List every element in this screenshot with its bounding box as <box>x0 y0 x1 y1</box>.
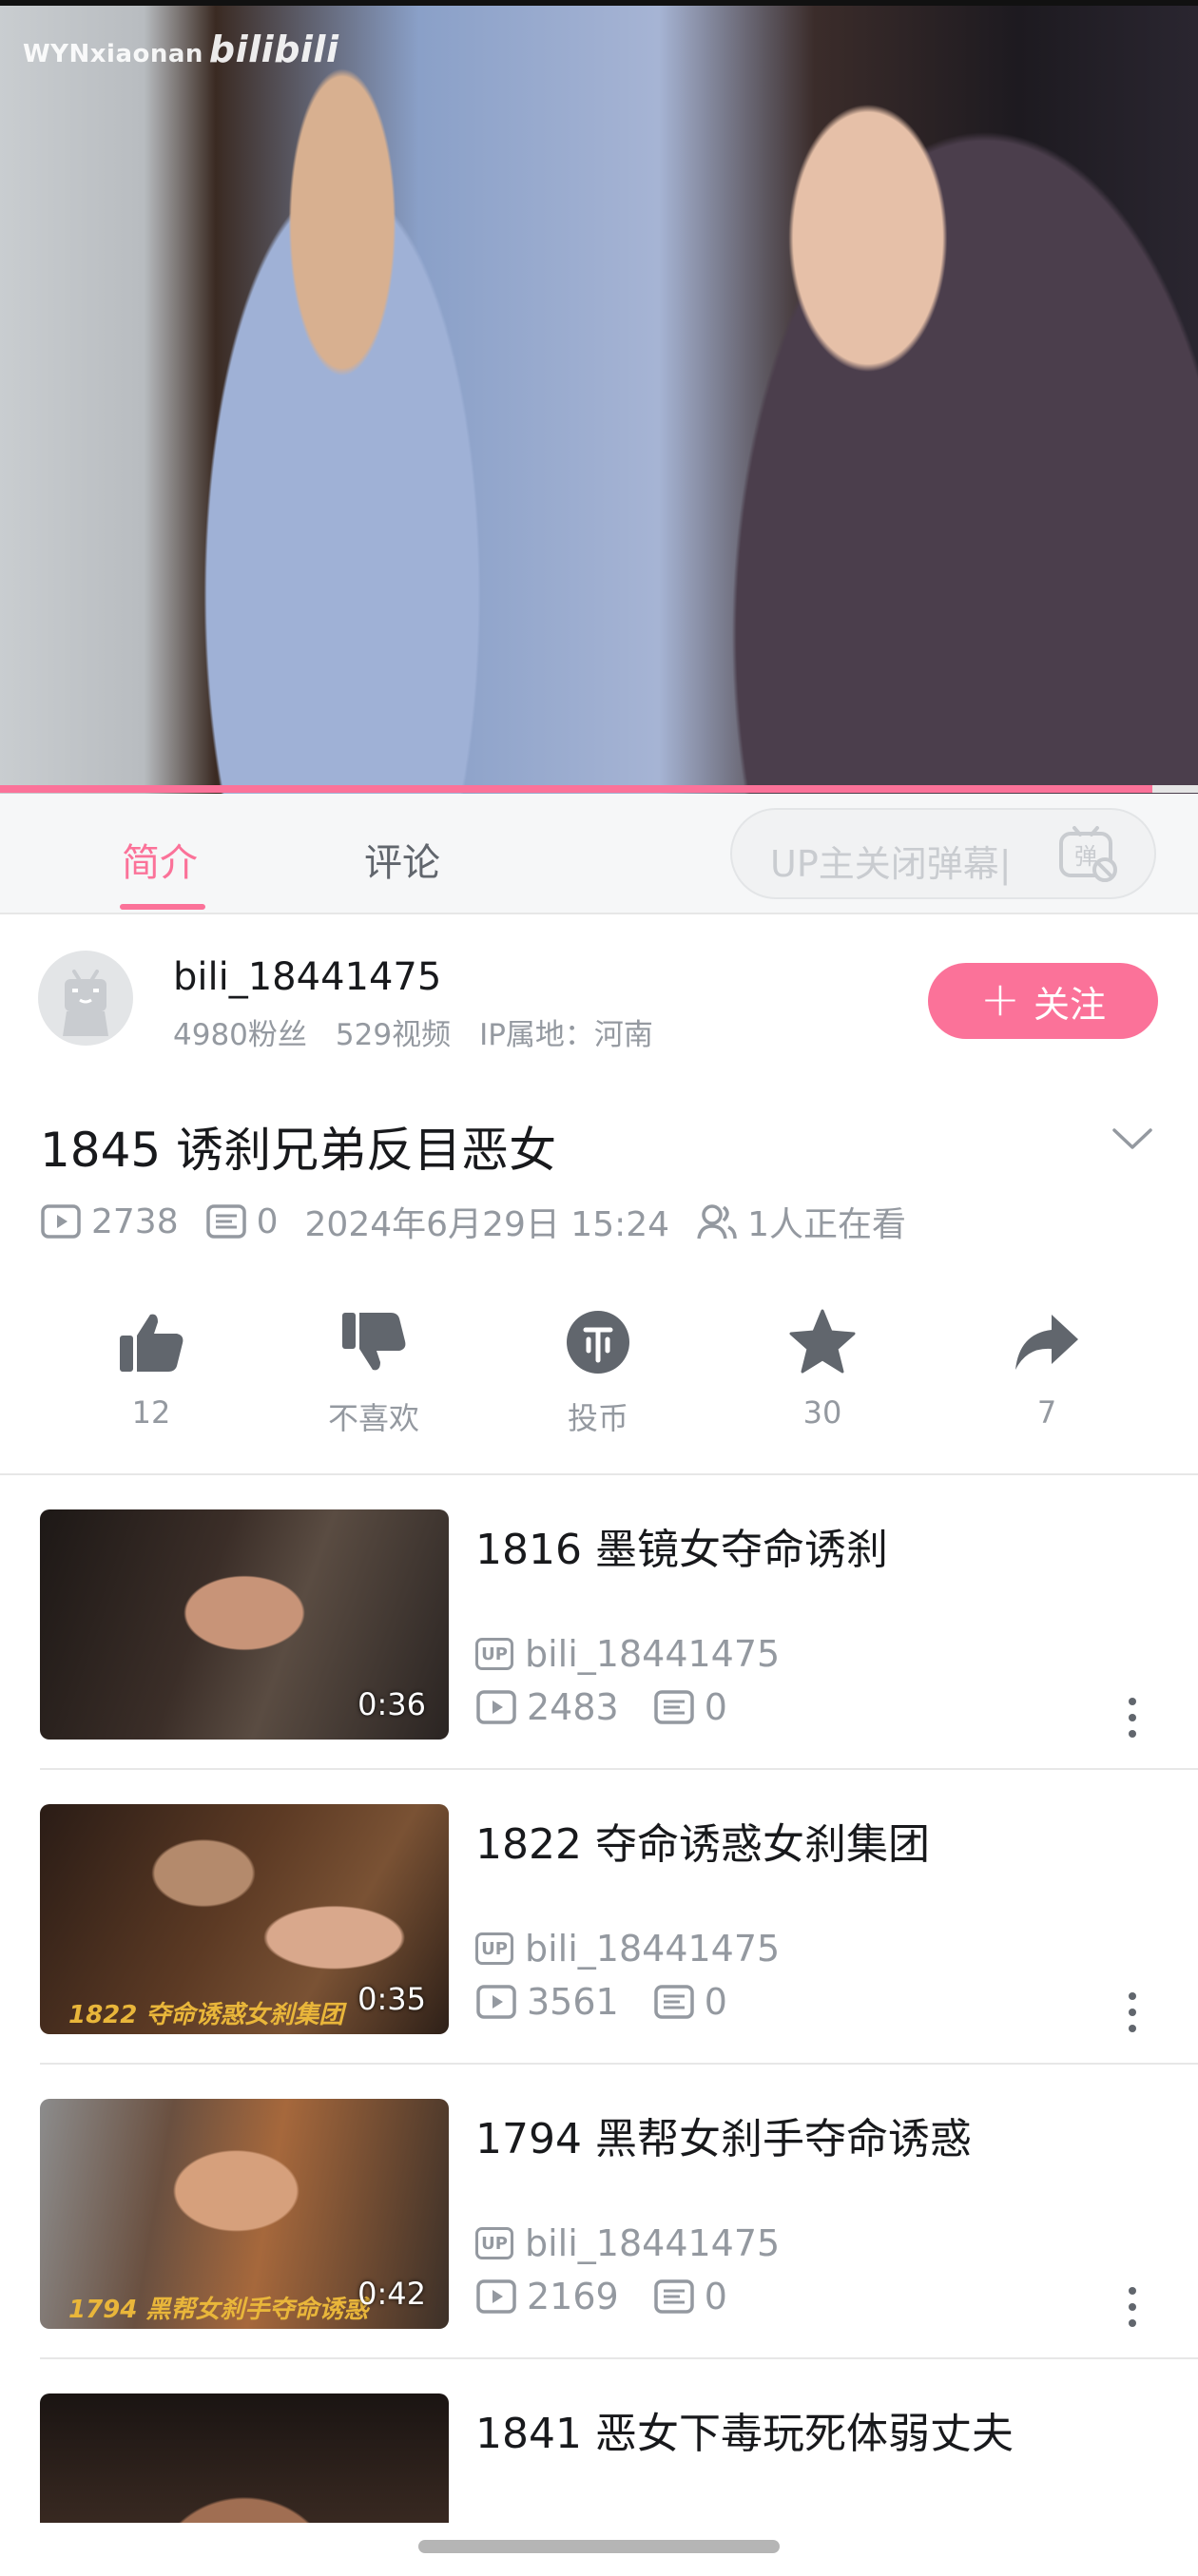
thumbnail-caption: 1822 夺命诱惑女刹集团 <box>68 2001 344 2029</box>
thumbs-up-icon <box>120 1314 184 1372</box>
watermark-user: WYNxiaonan <box>23 40 203 68</box>
uploader-meta: 4980粉丝 529视频 IP属地：河南 <box>173 1010 682 1053</box>
coin-button[interactable]: 投币 <box>517 1307 679 1438</box>
watching-count: 1人正在看 <box>747 1205 906 1244</box>
star-icon <box>789 1309 856 1374</box>
more-options-icon[interactable] <box>1120 1989 1145 2036</box>
duration-badge: 0:35 <box>357 1981 426 2017</box>
danmaku-count-icon <box>653 2279 694 2314</box>
play-count-icon <box>41 1204 81 1239</box>
like-count: 12 <box>131 1394 171 1431</box>
list-item[interactable]: 0:36 1816 墨镜女夺命诱刹 UP bili_18441475 2483 … <box>0 1475 1198 1770</box>
recommendation-uploader: UP bili_18441475 <box>475 1928 780 1970</box>
watermark-brand: bilibili <box>208 29 339 70</box>
video-title: 1845 诱刹兄弟反目恶女 <box>40 1123 557 1178</box>
favorite-count: 30 <box>802 1394 842 1431</box>
danmaku-toggle-icon[interactable]: 弹 <box>1057 826 1120 883</box>
progress-fill <box>0 785 1153 793</box>
tab-active-indicator <box>120 904 205 910</box>
follow-label: 关注 <box>1033 983 1106 1026</box>
tab-intro[interactable]: 简介 <box>122 832 198 887</box>
recommendation-title[interactable]: 1816 墨镜女夺命诱刹 <box>475 1515 888 1576</box>
danmaku-count: 0 <box>704 1686 727 1728</box>
video-watermark: WYNxiaonan bilibili <box>23 29 338 70</box>
recommendation-title[interactable]: 1794 黑帮女刹手夺命诱惑 <box>475 2105 972 2165</box>
recommendation-uploader-name: bili_18441475 <box>525 2222 781 2264</box>
home-indicator[interactable] <box>418 2540 780 2553</box>
list-item[interactable]: 1794 黑帮女刹手夺命诱惑 0:42 1794 黑帮女刹手夺命诱惑 UP bi… <box>0 2065 1198 2359</box>
up-badge-icon: UP <box>475 1638 513 1670</box>
video-thumbnail[interactable]: 1794 黑帮女刹手夺命诱惑 0:42 <box>40 2099 449 2329</box>
recommendation-stats: 3561 0 <box>475 1981 727 2023</box>
video-thumbnail[interactable] <box>40 2393 449 2523</box>
more-options-icon[interactable] <box>1120 1694 1145 1741</box>
recommendation-uploader-name: bili_18441475 <box>525 1633 781 1675</box>
default-avatar-icon <box>63 970 108 1036</box>
play-count: 2169 <box>527 2276 619 2317</box>
recommendation-title[interactable]: 1841 恶女下毒玩死体弱丈夫 <box>475 2399 1014 2460</box>
recommendation-stats: 2169 0 <box>475 2276 727 2317</box>
share-button[interactable]: 7 <box>966 1307 1128 1431</box>
avatar[interactable] <box>38 951 133 1046</box>
danmaku-input[interactable]: UP主关闭弹幕| 弹 <box>730 808 1156 899</box>
play-count-icon <box>476 2279 516 2314</box>
recommendation-stats: 2483 0 <box>475 1686 727 1728</box>
tab-bar: 简介 评论 UP主关闭弹幕| 弹 <box>0 794 1198 914</box>
danmaku-count-icon <box>653 1985 694 2019</box>
like-button[interactable]: 12 <box>70 1307 232 1431</box>
uploader-videos: 529视频 <box>335 1018 452 1052</box>
recommendation-uploader: UP bili_18441475 <box>475 2222 780 2264</box>
duration-badge: 0:42 <box>357 2276 426 2312</box>
publish-date: 2024年6月29日 15:24 <box>304 1205 670 1244</box>
thumbs-down-icon <box>342 1313 406 1371</box>
up-badge-icon: UP <box>475 1932 513 1965</box>
up-badge-icon: UP <box>475 2227 513 2259</box>
plus-icon: + <box>980 971 1020 1027</box>
play-count: 3561 <box>527 1981 619 2023</box>
recommendation-title[interactable]: 1822 夺命诱惑女刹集团 <box>475 1810 930 1871</box>
chevron-down-icon[interactable] <box>1111 1125 1154 1153</box>
dislike-button[interactable]: 不喜欢 <box>293 1307 454 1438</box>
follow-button[interactable]: + 关注 <box>928 963 1158 1039</box>
video-player[interactable] <box>0 0 1198 794</box>
thumbnail-caption: 1794 黑帮女刹手夺命诱惑 <box>68 2296 369 2324</box>
more-options-icon[interactable] <box>1120 2283 1145 2331</box>
danmaku-count-icon <box>653 1690 694 1724</box>
video-thumbnail[interactable]: 0:36 <box>40 1509 449 1740</box>
favorite-button[interactable]: 30 <box>742 1307 903 1431</box>
play-count-icon <box>476 1690 516 1724</box>
tab-comments[interactable]: 评论 <box>364 832 440 887</box>
viewers-icon <box>697 1204 737 1240</box>
dislike-label: 不喜欢 <box>327 1400 419 1436</box>
video-stats: 2738 0 2024年6月29日 15:24 1人正在看 <box>40 1200 906 1244</box>
danmaku-count-icon <box>205 1204 246 1239</box>
play-count-icon <box>476 1985 516 2019</box>
duration-badge: 0:36 <box>357 1686 426 1722</box>
danmaku-placeholder: UP主关闭弹幕| <box>770 843 1012 885</box>
recommendation-uploader-name: bili_18441475 <box>525 1928 781 1970</box>
play-count: 2738 <box>91 1201 179 1241</box>
uploader-ip: IP属地：河南 <box>479 1018 653 1052</box>
danmaku-count: 0 <box>256 1201 279 1241</box>
share-count: 7 <box>1036 1394 1057 1431</box>
coin-icon <box>567 1311 629 1374</box>
uploader-fans: 4980粉丝 <box>173 1018 307 1052</box>
danmaku-count: 0 <box>704 1981 727 2023</box>
video-frame-figure-right <box>666 0 1198 794</box>
video-thumbnail[interactable]: 1822 夺命诱惑女刹集团 0:35 <box>40 1804 449 2034</box>
coin-label: 投币 <box>567 1400 628 1436</box>
list-item[interactable]: 1841 恶女下毒玩死体弱丈夫 <box>0 2359 1198 2523</box>
video-frame-figure-left <box>143 0 542 794</box>
list-item[interactable]: 1822 夺命诱惑女刹集团 0:35 1822 夺命诱惑女刹集团 UP bili… <box>0 1770 1198 2065</box>
danmaku-count: 0 <box>704 2276 727 2317</box>
play-count: 2483 <box>527 1686 619 1728</box>
uploader-name[interactable]: bili_18441475 <box>173 955 441 999</box>
share-arrow-icon <box>1015 1315 1078 1370</box>
recommendation-uploader: UP bili_18441475 <box>475 1633 780 1675</box>
